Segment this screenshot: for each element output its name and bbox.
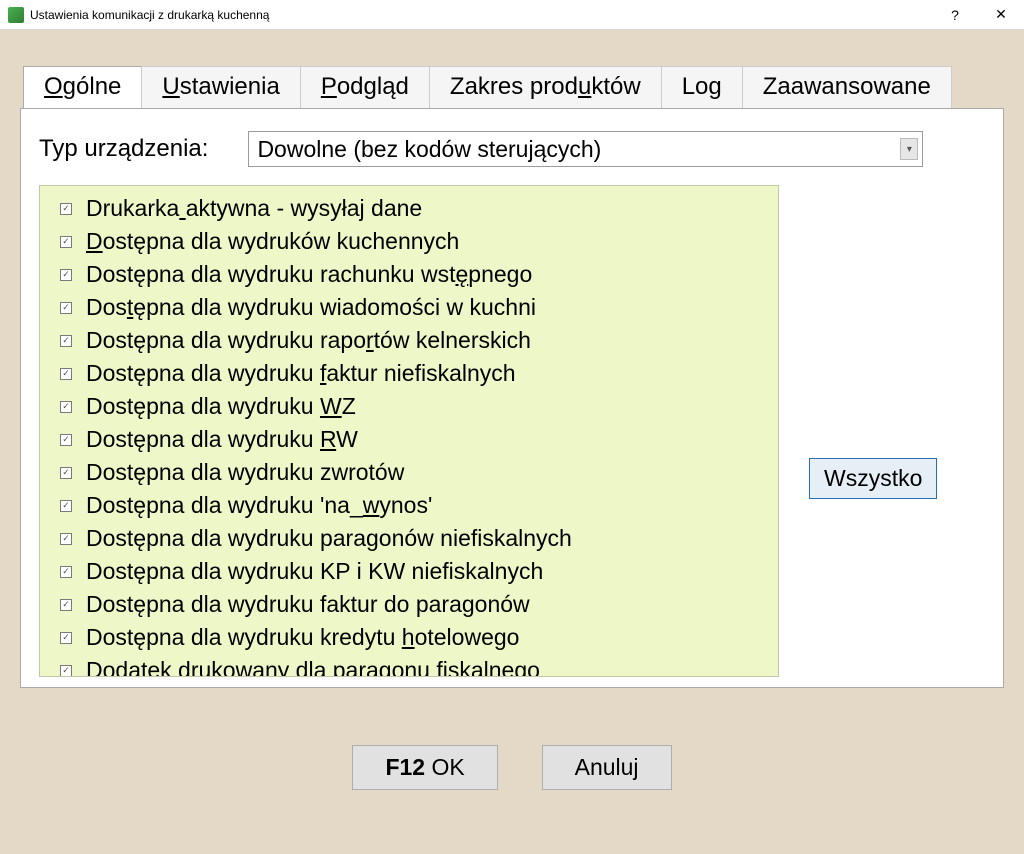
select-all-button[interactable]: Wszystko xyxy=(809,458,937,499)
checklist-area: Drukarka aktywna - wysyłaj dane Dostępna … xyxy=(39,185,985,677)
checkbox-icon xyxy=(60,269,72,281)
check-item-1[interactable]: Dostępna dla wydruków kuchennych xyxy=(60,225,778,258)
check-item-8[interactable]: Dostępna dla wydruku zwrotów xyxy=(60,456,778,489)
check-label: Dostępna dla wydruków kuchennych xyxy=(86,228,459,255)
check-label: Dostępna dla wydruku KP i KW niefiskalny… xyxy=(86,558,543,585)
device-type-value: Dowolne (bez kodów sterujących) xyxy=(257,136,601,163)
dialog-buttons: F12 OK Anuluj xyxy=(20,745,1004,790)
window-title: Ustawienia komunikacji z drukarką kuchen… xyxy=(30,8,932,22)
check-label: Dostępna dla wydruku raportów kelnerskic… xyxy=(86,327,531,354)
check-item-14[interactable]: Dodatek drukowany dla paragonu fiskalneg… xyxy=(60,654,778,677)
check-label: Dostępna dla wydruku rachunku wstępnego xyxy=(86,261,532,288)
title-bar: Ustawienia komunikacji z drukarką kuchen… xyxy=(0,0,1024,30)
check-item-11[interactable]: Dostępna dla wydruku KP i KW niefiskalny… xyxy=(60,555,778,588)
checkbox-icon xyxy=(60,467,72,479)
check-label: Dostępna dla wydruku wiadomości w kuchni xyxy=(86,294,536,321)
check-item-13[interactable]: Dostępna dla wydruku kredytu hotelowego xyxy=(60,621,778,654)
client-area: OgólneUstawieniaPodglądZakres produktówL… xyxy=(0,30,1024,854)
check-label: Dostępna dla wydruku paragonów niefiskal… xyxy=(86,525,572,552)
check-item-12[interactable]: Dostępna dla wydruku faktur do paragonów xyxy=(60,588,778,621)
check-label: Dostępna dla wydruku WZ xyxy=(86,393,356,420)
ok-button[interactable]: F12 OK xyxy=(352,745,497,790)
checkbox-icon xyxy=(60,401,72,413)
check-label: Dostępna dla wydruku zwrotów xyxy=(86,459,404,486)
check-label: Dodatek drukowany dla paragonu fiskalneg… xyxy=(86,657,540,677)
app-icon xyxy=(8,7,24,23)
checkbox-icon xyxy=(60,566,72,578)
check-item-5[interactable]: Dostępna dla wydruku faktur niefiskalnyc… xyxy=(60,357,778,390)
tab-log[interactable]: Log xyxy=(661,66,743,109)
tab-zakres-produktów[interactable]: Zakres produktów xyxy=(429,66,662,109)
checkbox-icon xyxy=(60,236,72,248)
chevron-down-icon: ▾ xyxy=(900,138,918,160)
check-item-2[interactable]: Dostępna dla wydruku rachunku wstępnego xyxy=(60,258,778,291)
check-item-6[interactable]: Dostępna dla wydruku WZ xyxy=(60,390,778,423)
checkbox-icon xyxy=(60,203,72,215)
checkbox-icon xyxy=(60,500,72,512)
checkbox-icon xyxy=(60,632,72,644)
device-type-label: Typ urządzenia: xyxy=(39,135,208,163)
tab-strip: OgólneUstawieniaPodglądZakres produktówL… xyxy=(23,65,1004,108)
help-button[interactable]: ? xyxy=(932,0,978,30)
check-label: Dostępna dla wydruku faktur do paragonów xyxy=(86,591,530,618)
checkbox-icon xyxy=(60,533,72,545)
feature-checklist: Drukarka aktywna - wysyłaj dane Dostępna … xyxy=(39,185,779,677)
close-button[interactable]: ✕ xyxy=(978,0,1024,30)
device-type-row: Typ urządzenia: Dowolne (bez kodów steru… xyxy=(39,131,985,167)
checkbox-icon xyxy=(60,434,72,446)
checkbox-icon xyxy=(60,665,72,677)
tab-panel: Typ urządzenia: Dowolne (bez kodów steru… xyxy=(20,108,1004,688)
check-item-0[interactable]: Drukarka aktywna - wysyłaj dane xyxy=(60,192,778,225)
tab-ogólne[interactable]: Ogólne xyxy=(23,66,142,109)
check-item-4[interactable]: Dostępna dla wydruku raportów kelnerskic… xyxy=(60,324,778,357)
check-label: Dostępna dla wydruku 'na_wynos' xyxy=(86,492,432,519)
check-item-9[interactable]: Dostępna dla wydruku 'na_wynos' xyxy=(60,489,778,522)
check-label: Dostępna dla wydruku RW xyxy=(86,426,358,453)
check-item-3[interactable]: Dostępna dla wydruku wiadomości w kuchni xyxy=(60,291,778,324)
side-buttons: Wszystko xyxy=(809,458,937,499)
check-item-7[interactable]: Dostępna dla wydruku RW xyxy=(60,423,778,456)
check-label: Dostępna dla wydruku kredytu hotelowego xyxy=(86,624,519,651)
device-type-combo[interactable]: Dowolne (bez kodów sterujących) ▾ xyxy=(248,131,923,167)
check-label: Drukarka aktywna - wysyłaj dane xyxy=(86,195,422,222)
tab-ustawienia[interactable]: Ustawienia xyxy=(141,66,300,109)
checkbox-icon xyxy=(60,599,72,611)
tab-zaawansowane[interactable]: Zaawansowane xyxy=(742,66,952,109)
checkbox-icon xyxy=(60,368,72,380)
cancel-button[interactable]: Anuluj xyxy=(542,745,672,790)
check-item-10[interactable]: Dostępna dla wydruku paragonów niefiskal… xyxy=(60,522,778,555)
checkbox-icon xyxy=(60,335,72,347)
tab-podgląd[interactable]: Podgląd xyxy=(300,66,430,109)
checkbox-icon xyxy=(60,302,72,314)
check-label: Dostępna dla wydruku faktur niefiskalnyc… xyxy=(86,360,516,387)
